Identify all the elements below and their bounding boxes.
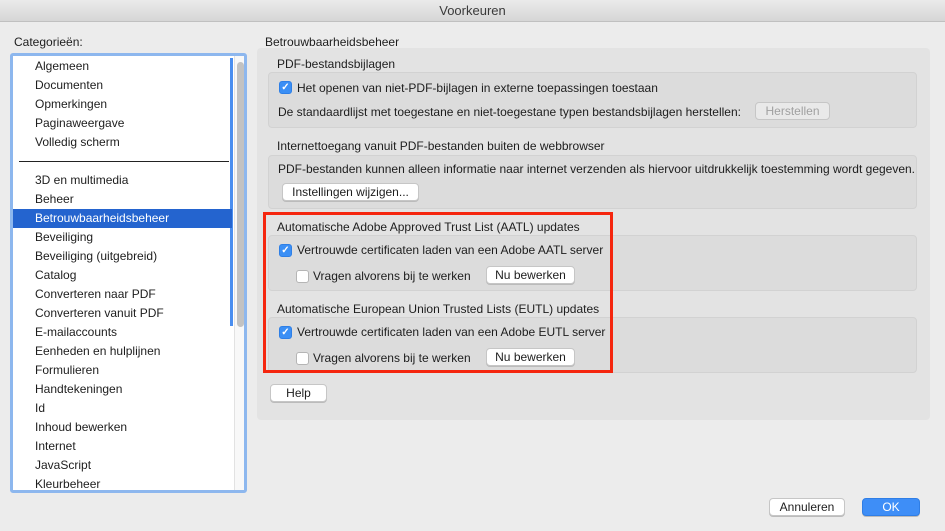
ok-button[interactable]: OK — [862, 498, 920, 516]
sidebar-item[interactable]: Converteren vanuit PDF — [35, 304, 233, 323]
sidebar-item[interactable]: Kleurbeheer — [35, 475, 233, 490]
help-button[interactable]: Help — [270, 384, 327, 402]
sidebar-item[interactable]: JavaScript — [35, 456, 233, 475]
sidebar-item[interactable]: Algemeen — [35, 57, 233, 76]
allow-attachments-checkbox[interactable]: ✓ — [279, 81, 292, 94]
sidebar-item[interactable]: Internet — [35, 437, 233, 456]
highlight-box — [263, 212, 613, 373]
sidebar-item[interactable]: Opmerkingen — [35, 95, 233, 114]
sidebar-item[interactable]: Beheer — [35, 190, 233, 209]
change-settings-button[interactable]: Instellingen wijzigen... — [282, 183, 419, 201]
sidebar-item[interactable]: Converteren naar PDF — [35, 285, 233, 304]
internet-text: PDF-bestanden kunnen alleen informatie n… — [278, 162, 916, 176]
list-separator — [19, 161, 229, 162]
cancel-button[interactable]: Annuleren — [769, 498, 845, 516]
reset-button[interactable]: Herstellen — [755, 102, 830, 120]
sidebar-item[interactable]: E-mailaccounts — [35, 323, 233, 342]
attachments-label: PDF-bestandsbijlagen — [277, 57, 396, 71]
sidebar-item[interactable]: Paginaweergave — [35, 114, 233, 133]
sidebar-item[interactable]: Formulieren — [35, 361, 233, 380]
scrollbar-thumb[interactable] — [237, 62, 244, 327]
sidebar-item[interactable]: Beveiliging — [35, 228, 233, 247]
sidebar-item-selected[interactable]: Betrouwbaarheidsbeheer — [13, 209, 232, 228]
internet-label: Internettoegang vanuit PDF-bestanden bui… — [277, 139, 605, 153]
title-bar: Voorkeuren — [0, 0, 945, 22]
sidebar-item[interactable]: Catalog — [35, 266, 233, 285]
sidebar-item[interactable]: Documenten — [35, 76, 233, 95]
allow-attachments-label: Het openen van niet-PDF-bijlagen in exte… — [297, 81, 658, 95]
sidebar-item[interactable]: Volledig scherm — [35, 133, 233, 152]
sidebar-item[interactable]: Handtekeningen — [35, 380, 233, 399]
sidebar-item[interactable]: Eenheden en hulplijnen — [35, 342, 233, 361]
panel-title: Betrouwbaarheidsbeheer — [265, 35, 400, 49]
sidebar-item[interactable]: Id — [35, 399, 233, 418]
category-list[interactable]: Algemeen Documenten Opmerkingen Paginaweerg… — [10, 53, 247, 493]
reset-text: De standaardlijst met toegestane en niet… — [278, 105, 741, 119]
sidebar-item[interactable]: 3D en multimedia — [35, 171, 233, 190]
sidebar-item[interactable]: Beveiliging (uitgebreid) — [35, 247, 233, 266]
sidebar-item[interactable]: Inhoud bewerken — [35, 418, 233, 437]
categories-label: Categorieën: — [14, 35, 83, 49]
